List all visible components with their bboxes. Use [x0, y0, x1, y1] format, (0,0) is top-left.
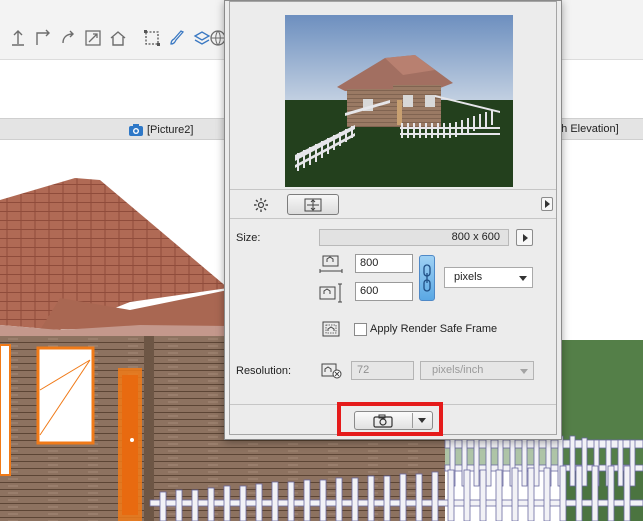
tab-picture-label: [Picture2] [147, 124, 194, 136]
render-safe-frame-checkbox[interactable] [354, 323, 367, 336]
resize-box-icon[interactable] [83, 28, 103, 48]
capture-photo-button[interactable] [354, 411, 433, 430]
render-preview-image [285, 15, 513, 187]
more-options-button[interactable] [541, 197, 553, 211]
safe-frame-icon [321, 320, 341, 338]
resolution-icon [321, 362, 343, 380]
rotate-icon[interactable] [58, 28, 78, 48]
chevron-down-icon[interactable] [418, 418, 426, 423]
resolution-label: Resolution: [236, 365, 292, 377]
camera-icon [373, 414, 393, 428]
size-unit-value: pixels [454, 271, 483, 283]
button-divider [412, 413, 413, 428]
fit-frame-icon [304, 198, 322, 211]
photorendering-dialog: Size: 800 x 600 800 600 pixels Apply Ren… [224, 0, 562, 440]
chevron-down-icon [520, 369, 528, 374]
divider [230, 218, 556, 219]
width-input[interactable]: 800 [355, 254, 413, 273]
right-triangle-icon [522, 233, 528, 242]
render-safe-frame-label: Apply Render Safe Frame [370, 323, 498, 335]
camera-tab-icon [129, 124, 143, 136]
size-unit-select[interactable]: pixels [444, 267, 533, 288]
toolbar-right-area [562, 0, 643, 60]
height-input[interactable]: 600 [355, 282, 413, 301]
size-preset-button[interactable] [516, 229, 533, 246]
fit-frame-button[interactable] [287, 194, 339, 215]
size-display: 800 x 600 [319, 229, 509, 246]
link-proportions-toggle[interactable] [419, 255, 435, 301]
brush-icon[interactable] [167, 28, 187, 48]
tab-picture[interactable]: [Picture2] [128, 121, 193, 139]
marquee-icon[interactable] [142, 28, 162, 48]
resolution-unit-select: pixels/inch [420, 361, 534, 380]
corner-arrow-icon[interactable] [33, 28, 53, 48]
chain-link-icon [423, 264, 431, 292]
divider [230, 189, 556, 190]
resolution-input: 72 [351, 361, 414, 380]
width-icon [318, 253, 344, 275]
dialog-panel: Size: 800 x 600 800 600 pixels Apply Ren… [229, 1, 557, 435]
resolution-unit-value: pixels/inch [432, 364, 484, 376]
height-icon [318, 282, 344, 304]
home-icon[interactable] [108, 28, 128, 48]
elevation-arrow-icon[interactable] [8, 28, 28, 48]
size-label: Size: [236, 232, 261, 244]
chevron-down-icon [519, 276, 527, 281]
gear-icon[interactable] [252, 196, 270, 214]
right-triangle-icon [545, 200, 550, 208]
